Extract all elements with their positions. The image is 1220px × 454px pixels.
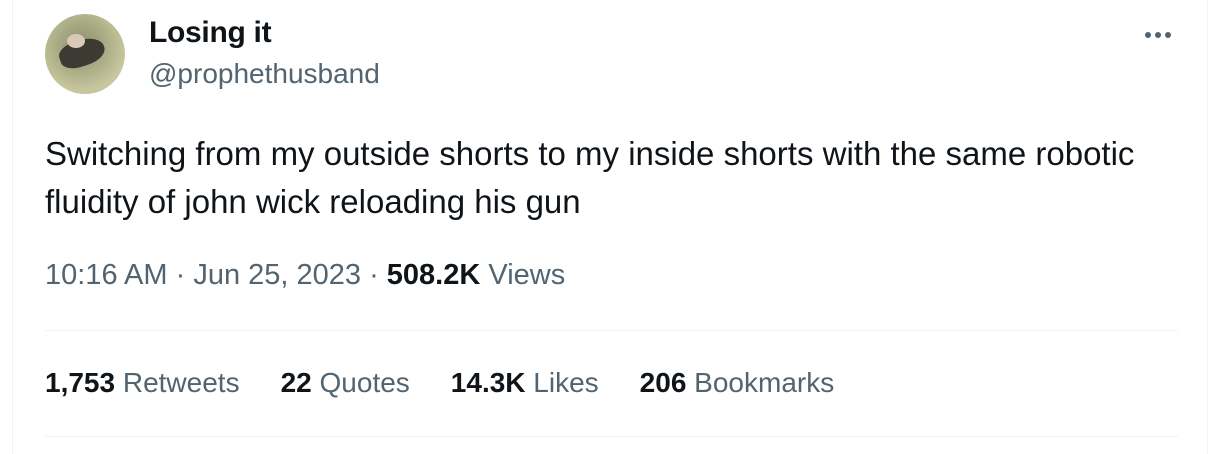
retweets-label: Retweets [115, 367, 240, 398]
retweets-stat[interactable]: 1,753 Retweets [45, 367, 240, 399]
views-label: Views [480, 259, 566, 291]
user-handle[interactable]: @prophethusband [149, 58, 380, 90]
tweet-date[interactable]: Jun 25, 2023 [193, 259, 361, 291]
quotes-stat[interactable]: 22 Quotes [281, 367, 410, 399]
divider [45, 330, 1178, 331]
retweets-count: 1,753 [45, 367, 116, 398]
engagement-stats: 1,753 Retweets 22 Quotes 14.3K Likes 206… [45, 367, 834, 399]
avatar[interactable] [45, 14, 125, 94]
more-horizontal-icon [1145, 32, 1151, 38]
bookmarks-count: 206 [639, 367, 687, 398]
tweet-time[interactable]: 10:16 AM [45, 259, 168, 291]
more-dot [1165, 32, 1171, 38]
bookmarks-label: Bookmarks [686, 367, 835, 398]
likes-stat[interactable]: 14.3K Likes [451, 367, 599, 399]
avatar-figure-head [67, 34, 85, 48]
quotes-label: Quotes [311, 367, 410, 398]
views-count: 508.2K [386, 259, 481, 291]
divider [45, 436, 1178, 437]
meta-separator: · [167, 259, 194, 291]
likes-count: 14.3K [450, 367, 526, 398]
tweet-meta: 10:16 AM · Jun 25, 2023 · 508.2K Views [45, 259, 565, 292]
likes-label: Likes [525, 367, 599, 398]
meta-separator: · [361, 259, 387, 291]
tweet-text: Switching from my outside shorts to my i… [45, 135, 1135, 220]
more-options-button[interactable] [1136, 18, 1180, 52]
bookmarks-stat[interactable]: 206 Bookmarks [640, 367, 835, 399]
display-name[interactable]: Losing it [149, 16, 272, 50]
quotes-count: 22 [280, 367, 312, 398]
more-dot [1155, 32, 1161, 38]
